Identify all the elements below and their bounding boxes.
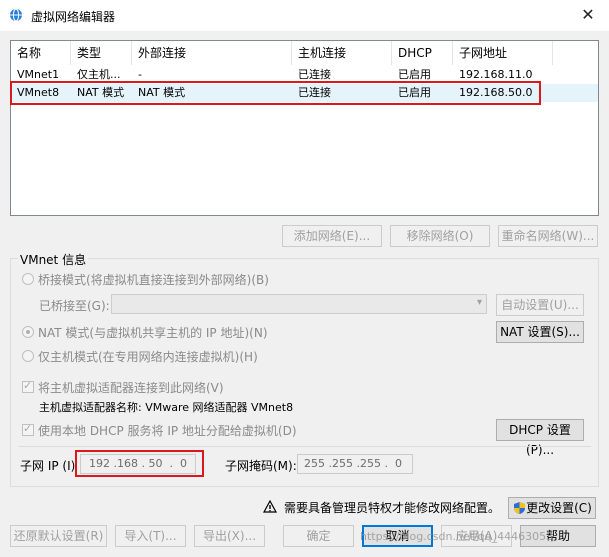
use-dhcp-checkbox[interactable]	[22, 422, 34, 436]
close-button[interactable]: ✕	[575, 3, 601, 27]
column-header-dhcp[interactable]: DHCP	[392, 41, 453, 65]
close-icon[interactable]: ✕	[581, 5, 594, 24]
change-settings-button[interactable]: 更改设置(C)	[508, 497, 596, 519]
divider	[18, 446, 591, 447]
add-network-button[interactable]: 添加网络(E)...	[282, 225, 382, 247]
chevron-down-icon: ▾	[476, 297, 482, 308]
connect-adapter-label: 将主机虚拟适配器连接到此网络(V)	[38, 381, 224, 395]
export-button[interactable]: 导出(X)...	[194, 525, 265, 547]
nat-mode-radio[interactable]	[22, 326, 34, 338]
rename-network-button[interactable]: 重命名网络(W)...	[498, 225, 598, 247]
network-table[interactable]: 名称 类型 外部连接 主机连接 DHCP 子网地址 VMnet1 仅主机... …	[10, 40, 599, 216]
subnet-ip-label: 子网 IP (I)	[20, 459, 76, 473]
highlight-annotation-ip	[75, 450, 204, 477]
table-header: 名称 类型 外部连接 主机连接 DHCP 子网地址	[11, 41, 598, 65]
change-settings-label: 更改设置(C)	[526, 501, 592, 515]
watermark: https://blog.csdn.net/qq_44463053	[360, 530, 554, 543]
shield-icon	[514, 502, 525, 514]
auto-settings-button[interactable]: 自动设置(U)...	[496, 294, 584, 316]
host-only-label: 仅主机模式(在专用网络内连接虚拟机)(H)	[38, 350, 258, 364]
bridged-mode-radio[interactable]	[22, 273, 34, 285]
subnet-mask-label: 子网掩码(M):	[225, 459, 297, 473]
use-dhcp-label: 使用本地 DHCP 服务将 IP 地址分配给虚拟机(D)	[38, 424, 297, 438]
nat-mode-label: NAT 模式(与虚拟机共享主机的 IP 地址)(N)	[38, 326, 268, 340]
remove-network-button[interactable]: 移除网络(O)	[390, 225, 490, 247]
column-header-name[interactable]: 名称	[11, 41, 71, 65]
bridged-to-select[interactable]: ▾	[111, 294, 487, 314]
highlight-annotation-row	[10, 81, 541, 105]
bridged-mode-label: 桥接模式(将虚拟机直接连接到外部网络)(B)	[38, 273, 269, 287]
vmnet-info-label: VMnet 信息	[18, 251, 89, 268]
warning-icon	[263, 500, 277, 513]
column-header-type[interactable]: 类型	[71, 41, 132, 65]
dhcp-settings-button[interactable]: DHCP 设置(P)...	[496, 419, 584, 457]
network-globe-icon	[10, 8, 22, 22]
column-header-subnet[interactable]: 子网地址	[453, 41, 553, 65]
window-title: 虚拟网络编辑器	[31, 10, 116, 24]
adapter-name-text: 主机虚拟适配器名称: VMware 网络适配器 VMnet8	[39, 401, 294, 414]
nat-settings-button[interactable]: NAT 设置(S)...	[496, 321, 584, 343]
ok-button[interactable]: 确定	[283, 525, 354, 547]
subnet-mask-field[interactable]: 255 .255 .255 . 0	[297, 454, 413, 474]
host-only-radio[interactable]	[22, 350, 34, 362]
restore-defaults-button[interactable]: 还原默认设置(R)	[10, 525, 107, 547]
connect-adapter-checkbox[interactable]	[22, 379, 34, 393]
column-header-external[interactable]: 外部连接	[132, 41, 292, 65]
bridged-to-label: 已桥接至(G):	[39, 299, 110, 313]
column-header-host[interactable]: 主机连接	[292, 41, 392, 65]
admin-note: 需要具备管理员特权才能修改网络配置。	[284, 501, 501, 515]
import-button[interactable]: 导入(T)...	[115, 525, 186, 547]
title-bar: 虚拟网络编辑器 ✕	[0, 0, 609, 31]
